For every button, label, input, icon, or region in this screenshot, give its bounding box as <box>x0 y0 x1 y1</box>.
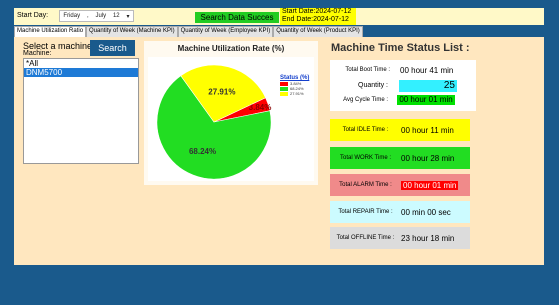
quantity-label: Quantity : <box>358 82 388 89</box>
idle-time-value: 00 hour 11 min <box>401 125 454 135</box>
alarm-time-value: 00 hour 01 min <box>401 180 459 190</box>
legend-label: 27.91% <box>290 91 304 96</box>
tab-machine-kpi[interactable]: Quantity of Week (Machine KPI) <box>86 26 178 37</box>
search-button[interactable]: Search <box>90 40 135 56</box>
alarm-time-box: Total ALARM Time : 00 hour 01 min <box>330 174 470 196</box>
legend-swatch-green <box>280 86 288 91</box>
chart-title: Machine Utilization Rate (%) <box>177 44 285 53</box>
filter-bar: Start Day: Friday , July 12 ▾ Search Dat… <box>14 8 544 25</box>
work-time-box: Total WORK Time : 00 hour 28 min <box>330 147 470 169</box>
tab-product-kpi[interactable]: Quantity of Week (Product KPI) <box>273 26 363 37</box>
machine-item-dnm5700[interactable]: DNM5700 <box>24 68 138 77</box>
offline-time-box: Total OFFLINE Time : 23 hour 18 min <box>330 227 470 249</box>
start-day-picker[interactable]: Friday , July 12 ▾ <box>59 10 134 22</box>
offline-time-value: 23 hour 18 min <box>401 233 455 243</box>
month: July <box>95 13 107 19</box>
date-separator: , <box>86 13 89 19</box>
main-content: Select a machine Machine: Search *All DN… <box>14 37 544 265</box>
repair-time-label: Total REPAIR Time : <box>338 209 393 215</box>
pie-slice-label: 68.24% <box>189 147 216 156</box>
chart-area: 3.84% 68.24% 27.91% Status (%) 3.84% 68.24… <box>148 57 314 181</box>
idle-time-box: Total IDLE Time : 00 hour 11 min <box>330 119 470 141</box>
repair-time-value: 00 min 00 sec <box>401 207 451 217</box>
machine-status-panel: Machine Time Status List : Total Boot Ti… <box>324 39 518 249</box>
total-boot-label: Total Boot Time : <box>345 67 390 73</box>
tab-machine-utilization[interactable]: Machine Utilization Ratio <box>14 26 87 37</box>
avg-cycle-value: 00 hour 01 min <box>397 95 455 105</box>
utilization-chart-panel: Machine Utilization Rate (%) 3.84% 68.24%… <box>144 41 318 185</box>
day-name: Friday <box>63 13 81 19</box>
pie-slice-label: 27.91% <box>208 88 235 97</box>
work-time-label: Total WORK Time : <box>339 155 391 161</box>
idle-time-label: Total IDLE Time : <box>342 127 389 133</box>
day: 12 <box>112 13 120 19</box>
machine-selector-header: Select a machine Machine: <box>23 41 92 57</box>
alarm-time-label: Total ALARM Time : <box>339 182 392 188</box>
chevron-down-icon: ▾ <box>126 13 130 20</box>
work-time-value: 00 hour 28 min <box>401 153 455 163</box>
machine-item-all[interactable]: *All <box>24 59 138 68</box>
machine-label: Machine: <box>23 50 52 57</box>
legend-swatch-red <box>280 81 288 86</box>
total-boot-value: 00 hour 41 min <box>400 66 454 75</box>
legend-swatch-yellow <box>280 91 288 96</box>
utilization-pie-chart: 3.84%68.24%27.91% <box>156 64 271 180</box>
start-day-label: Start Day: <box>17 12 49 19</box>
search-status-badge: Search Data Succes <box>195 12 279 23</box>
date-range: Start Date:2024-07-12 End Date:2024-07-1… <box>280 8 356 25</box>
tab-bar: Machine Utilization Ratio Quantity of We… <box>14 26 363 37</box>
summary-box: Total Boot Time : 00 hour 41 min Quantit… <box>330 60 476 111</box>
tab-employee-kpi[interactable]: Quantity of Week (Employee KPI) <box>177 26 274 37</box>
start-date: Start Date:2024-07-12 <box>282 8 352 15</box>
legend-item: 27.91% <box>280 91 316 96</box>
offline-time-label: Total OFFLINE Time : <box>336 235 395 241</box>
machine-list[interactable]: *All DNM5700 <box>23 58 139 164</box>
repair-time-box: Total REPAIR Time : 00 min 00 sec <box>330 201 470 223</box>
avg-cycle-label: Avg Cycle Time : <box>343 97 388 103</box>
end-date: End Date:2024-07-12 <box>282 16 349 23</box>
status-title: Machine Time Status List : <box>331 42 470 54</box>
chart-legend: Status (%) 3.84% 68.24% 27.91% <box>280 75 316 96</box>
quantity-value: 25 <box>399 80 457 92</box>
